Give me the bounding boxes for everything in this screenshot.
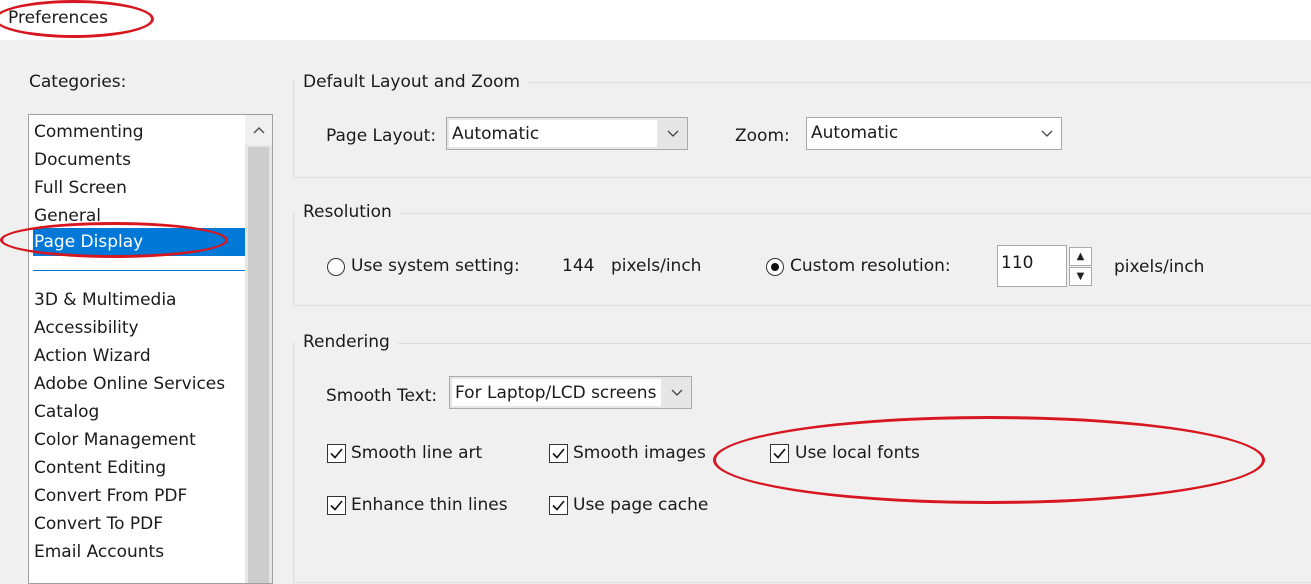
- category-item[interactable]: Email Accounts: [33, 538, 246, 566]
- category-item[interactable]: Content Editing: [33, 454, 246, 482]
- categories-label: Categories:: [29, 72, 127, 92]
- category-item-selected[interactable]: Page Display: [33, 228, 246, 256]
- category-item[interactable]: Documents: [33, 146, 246, 174]
- system-resolution-unit: pixels/inch: [611, 256, 702, 276]
- use-page-cache-checkbox[interactable]: [549, 496, 568, 515]
- category-item[interactable]: Accessibility: [33, 314, 246, 342]
- scroll-thumb[interactable]: [248, 147, 269, 583]
- rendering-title: Rendering: [295, 332, 398, 352]
- custom-resolution-unit: pixels/inch: [1114, 257, 1205, 277]
- custom-resolution-label[interactable]: Custom resolution:: [790, 256, 951, 276]
- custom-resolution-input[interactable]: 110: [997, 245, 1067, 287]
- smooth-text-select[interactable]: For Laptop/LCD screens: [449, 376, 692, 409]
- category-item[interactable]: 3D & Multimedia: [33, 286, 246, 314]
- categories-scrollbar[interactable]: [245, 115, 272, 583]
- system-resolution-value: 144: [562, 256, 595, 276]
- page-layout-label: Page Layout:: [326, 126, 437, 146]
- spin-down-icon[interactable]: ▼: [1069, 267, 1092, 286]
- category-item[interactable]: Action Wizard: [33, 342, 246, 370]
- rendering-group: [293, 343, 1311, 583]
- smooth-line-art-checkbox[interactable]: [327, 444, 346, 463]
- enhance-thin-lines-label[interactable]: Enhance thin lines: [351, 495, 508, 515]
- smooth-images-checkbox[interactable]: [549, 444, 568, 463]
- category-divider: [33, 270, 245, 271]
- category-item[interactable]: Catalog: [33, 398, 246, 426]
- category-item[interactable]: Adobe Online Services: [33, 370, 246, 398]
- system-setting-label[interactable]: Use system setting:: [351, 256, 520, 276]
- smooth-line-art-label[interactable]: Smooth line art: [351, 443, 482, 463]
- use-local-fonts-label[interactable]: Use local fonts: [795, 443, 920, 463]
- checkmark-icon: [552, 448, 565, 459]
- enhance-thin-lines-checkbox[interactable]: [327, 496, 346, 515]
- title-bar: Preferences: [0, 0, 1311, 40]
- chevron-down-icon[interactable]: [1033, 118, 1061, 149]
- checkmark-icon: [773, 448, 786, 459]
- custom-resolution-radio[interactable]: [766, 258, 784, 276]
- page-layout-select[interactable]: Automatic: [446, 117, 688, 150]
- resolution-title: Resolution: [295, 202, 400, 222]
- chevron-down-icon[interactable]: [659, 118, 687, 149]
- use-page-cache-label[interactable]: Use page cache: [573, 495, 708, 515]
- system-setting-radio[interactable]: [327, 258, 345, 276]
- smooth-text-label: Smooth Text:: [326, 386, 438, 406]
- category-item[interactable]: General: [33, 202, 246, 230]
- chevron-down-icon[interactable]: [663, 377, 691, 408]
- smooth-images-label[interactable]: Smooth images: [573, 443, 706, 463]
- use-local-fonts-checkbox[interactable]: [770, 444, 789, 463]
- category-item[interactable]: Convert From PDF: [33, 482, 246, 510]
- window-title: Preferences: [8, 8, 108, 28]
- layout-zoom-title: Default Layout and Zoom: [295, 72, 529, 92]
- category-item[interactable]: Convert To PDF: [33, 510, 246, 538]
- scroll-up-icon[interactable]: [245, 115, 272, 145]
- category-item[interactable]: Commenting: [33, 118, 246, 146]
- category-item[interactable]: Full Screen: [33, 174, 246, 202]
- checkmark-icon: [330, 500, 343, 511]
- checkmark-icon: [330, 448, 343, 459]
- zoom-select[interactable]: Automatic: [806, 117, 1062, 150]
- categories-list[interactable]: Commenting Documents Full Screen General…: [28, 114, 273, 584]
- checkmark-icon: [552, 500, 565, 511]
- category-item[interactable]: Color Management: [33, 426, 246, 454]
- zoom-label: Zoom:: [735, 126, 790, 146]
- spin-up-icon[interactable]: ▲: [1069, 247, 1092, 266]
